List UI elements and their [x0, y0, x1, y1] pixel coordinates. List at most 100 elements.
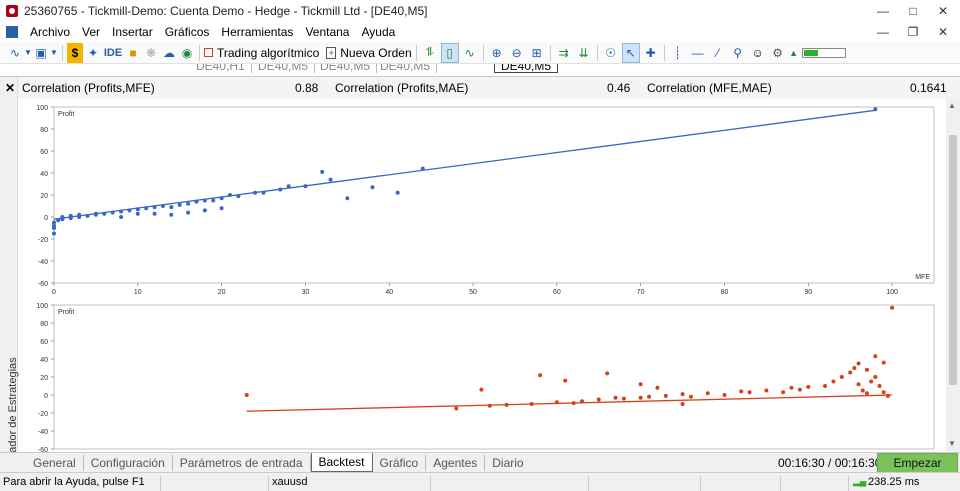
data-point: [864, 391, 869, 396]
data-point: [68, 213, 73, 218]
data-point: [152, 211, 157, 216]
autoscroll-icon[interactable]: ⇉: [555, 43, 573, 63]
data-point: [613, 395, 618, 400]
tab-grafico[interactable]: Gráfico: [373, 454, 427, 471]
toolbar-divider: [663, 44, 665, 61]
tile-windows-icon[interactable]: ⊞: [528, 43, 546, 63]
settings-icon[interactable]: ⚙: [769, 43, 787, 63]
signals-icon[interactable]: ✦: [85, 43, 101, 63]
data-point: [60, 215, 65, 219]
chart-shift-icon[interactable]: ⇊: [575, 43, 593, 63]
chart-tab[interactable]: DE40,M5: [314, 64, 378, 73]
data-point: [52, 231, 56, 236]
tab-diario[interactable]: Diario: [485, 455, 530, 471]
close-panel-button[interactable]: ✕: [5, 81, 15, 95]
templates-icon[interactable]: ▣: [34, 43, 48, 63]
chevron-down-icon[interactable]: ▼: [50, 43, 58, 63]
y-tick-label: 60: [40, 149, 48, 156]
status-ping: 238.25 ms: [868, 476, 920, 488]
correlation-value: 0.88: [295, 81, 319, 95]
maximize-button[interactable]: □: [898, 0, 928, 22]
data-point: [722, 393, 727, 397]
chart-tab[interactable]: DE40,M5: [252, 64, 316, 73]
y-tick-label: 80: [40, 127, 48, 134]
menu-ayuda[interactable]: Ayuda: [355, 25, 401, 39]
menu-graficos[interactable]: Gráficos: [159, 25, 216, 39]
radio-icon[interactable]: ❋: [143, 43, 159, 63]
data-point: [705, 391, 710, 396]
market-icon[interactable]: $: [67, 42, 83, 63]
scroll-down-icon[interactable]: ▼: [948, 439, 956, 448]
tab-agentes[interactable]: Agentes: [426, 454, 486, 471]
cursor-icon[interactable]: ↖: [621, 42, 640, 63]
data-point: [638, 382, 643, 387]
tab-configuracion[interactable]: Configuración: [84, 454, 173, 471]
data-point: [529, 402, 534, 406]
x-axis-label: MFE: [915, 274, 930, 281]
vertical-line-icon[interactable]: ┊: [669, 43, 687, 63]
menu-herramientas[interactable]: Herramientas: [215, 25, 299, 39]
x-tick-label: 0: [52, 289, 56, 296]
data-point: [93, 211, 98, 216]
vertical-scrollbar[interactable]: ▲ ▼: [946, 99, 960, 453]
chart-type-icon[interactable]: ∿: [8, 43, 22, 63]
strategy-tester-panel: ✕ Probador de Estrategias Correlation (P…: [0, 76, 960, 476]
horizontal-line-icon[interactable]: —: [689, 43, 707, 63]
candlestick-icon[interactable]: ▯: [440, 42, 459, 63]
menu-ver[interactable]: Ver: [76, 25, 106, 39]
child-restore-button[interactable]: ❐: [898, 22, 928, 42]
algo-trading-button[interactable]: Trading algorítmico: [204, 43, 319, 63]
chart-window-icon[interactable]: [6, 26, 18, 38]
data-point: [370, 185, 375, 190]
x-tick-label: 70: [637, 289, 645, 296]
tab-parametros[interactable]: Parámetros de entrada: [173, 454, 311, 471]
child-minimize-button[interactable]: —: [868, 22, 898, 42]
menu-archivo[interactable]: Archivo: [24, 25, 76, 39]
vps-icon[interactable]: ◉: [179, 43, 195, 63]
y-tick-label: 20: [40, 193, 48, 200]
lock-icon[interactable]: ■: [125, 43, 141, 63]
y-tick-label: -60: [38, 281, 48, 288]
start-button[interactable]: Empezar: [877, 453, 958, 473]
plot-frame: [53, 106, 935, 284]
bar-chart-icon[interactable]: ⥮: [421, 43, 439, 63]
main-toolbar: ∿ ▼ ▣ ▼ $ ✦ IDE ■ ❋ ☁ ◉ Trading algorítm…: [0, 42, 960, 64]
chart-tab[interactable]: DE40,M5: [374, 64, 438, 73]
zoom-out-icon[interactable]: ⊖: [508, 43, 526, 63]
toolbar-divider: [199, 44, 200, 61]
child-close-button[interactable]: ✕: [928, 22, 958, 42]
app-logo-icon: [6, 5, 18, 17]
menu-insertar[interactable]: Insertar: [106, 25, 159, 39]
data-point: [823, 384, 828, 388]
correlation-value: 0.1641: [910, 81, 947, 95]
data-point: [420, 166, 425, 171]
data-point: [873, 107, 878, 112]
menu-ventana[interactable]: Ventana: [299, 25, 355, 39]
cloud-icon[interactable]: ☁: [161, 43, 177, 63]
ide-button[interactable]: IDE: [103, 43, 123, 63]
y-tick-label: -20: [38, 237, 48, 244]
zoom-in-icon[interactable]: ⊕: [488, 43, 506, 63]
minimize-button[interactable]: —: [868, 0, 898, 22]
account-icon[interactable]: ☺: [749, 43, 767, 63]
line-chart-icon[interactable]: ∿: [461, 43, 479, 63]
data-point: [177, 202, 182, 207]
x-tick-label: 50: [469, 289, 477, 296]
x-tick-label: 30: [302, 289, 310, 296]
close-button[interactable]: ✕: [928, 0, 958, 22]
chart-tab[interactable]: DE40,H1: [190, 64, 252, 73]
screenshot-icon[interactable]: ☉: [602, 43, 620, 63]
tab-general[interactable]: General: [26, 454, 84, 471]
trendline-icon[interactable]: ∕: [709, 43, 727, 63]
x-tick-label: 80: [721, 289, 729, 296]
scrollbar-thumb[interactable]: [949, 135, 957, 385]
tab-backtest[interactable]: Backtest: [310, 453, 373, 472]
search-icon[interactable]: ⚲: [729, 43, 747, 63]
chevron-down-icon[interactable]: ▼: [24, 43, 32, 63]
plot-frame: [53, 304, 935, 450]
menu-bar: Archivo Ver Insertar Gráficos Herramient…: [0, 22, 960, 42]
new-order-button[interactable]: + Nueva Orden: [326, 43, 412, 63]
chart-tab-active[interactable]: DE40,M5: [494, 64, 559, 73]
crosshair-icon[interactable]: ✚: [642, 43, 660, 63]
scroll-up-icon[interactable]: ▲: [948, 101, 956, 110]
